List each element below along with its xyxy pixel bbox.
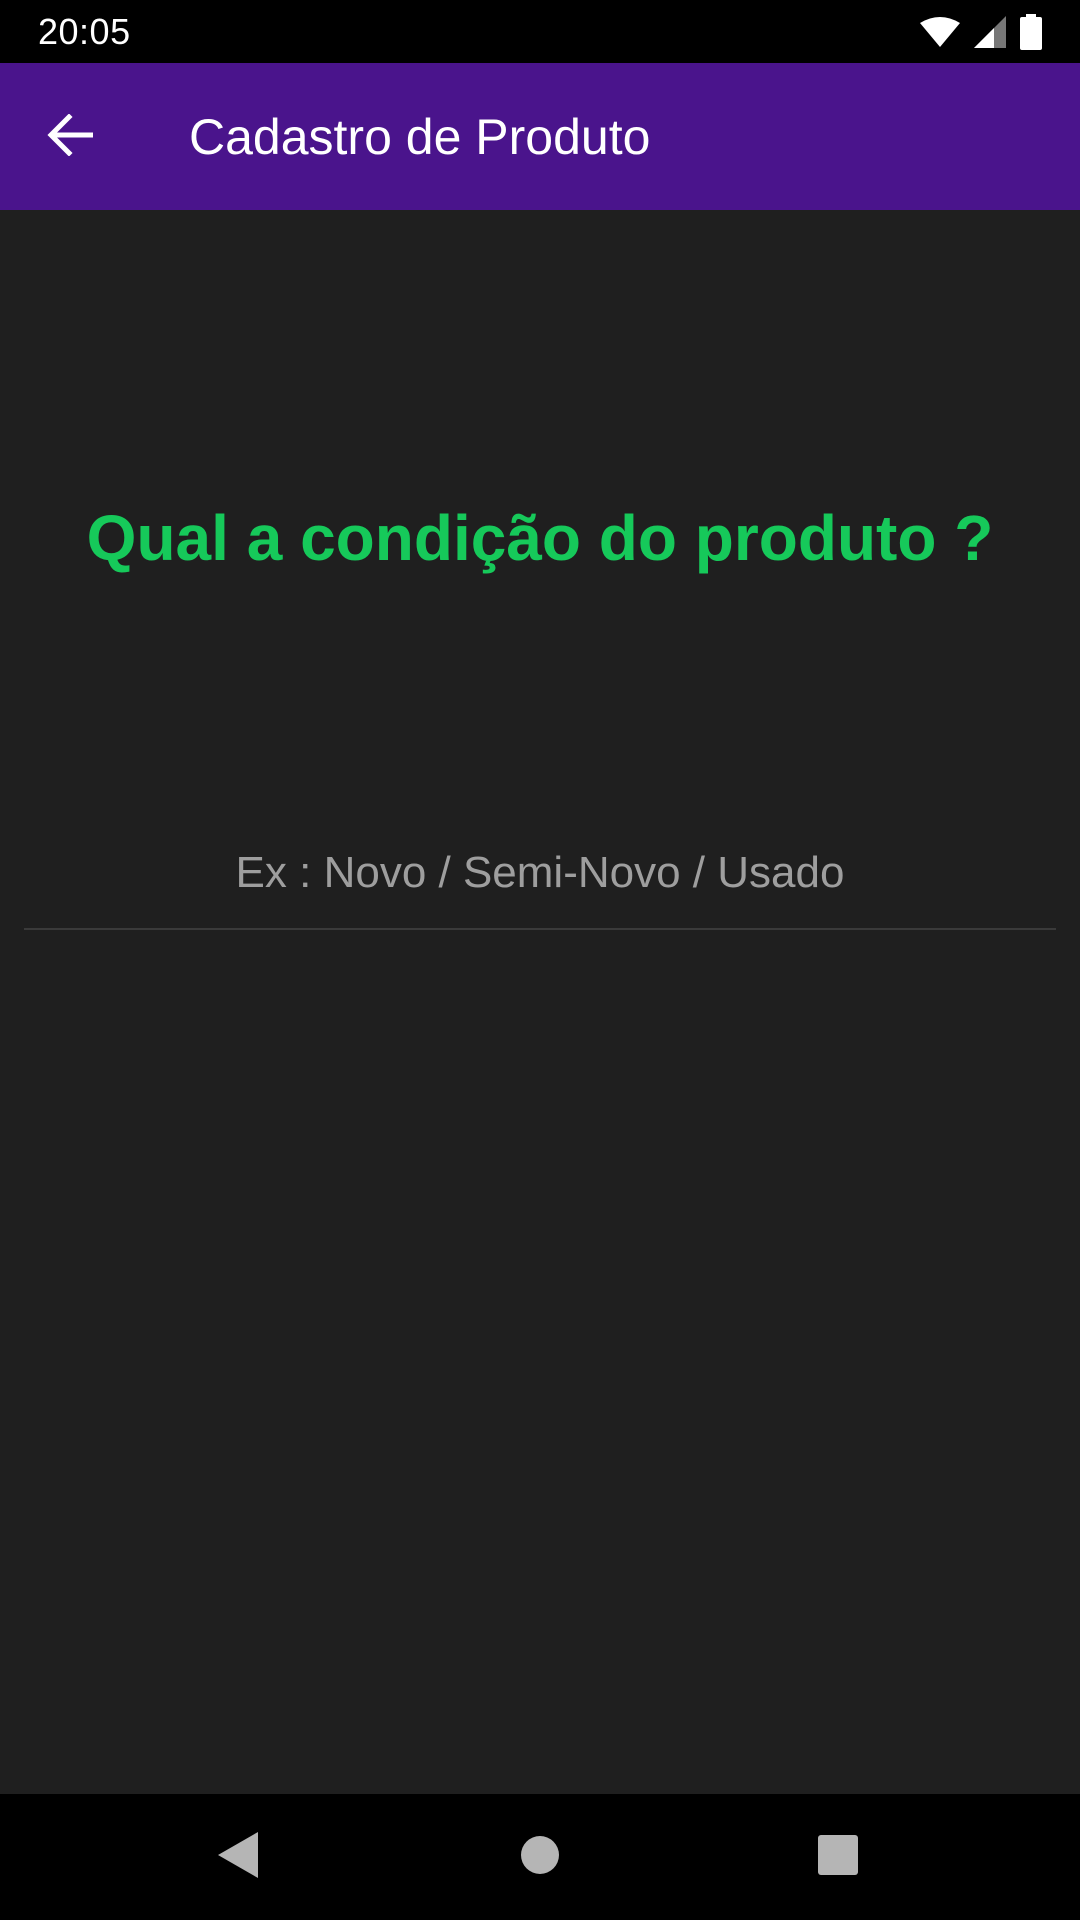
nav-home-button[interactable] (505, 1822, 575, 1892)
app-bar: Cadastro de Produto (0, 63, 1080, 210)
navigation-bar (0, 1794, 1080, 1920)
back-button[interactable] (30, 101, 110, 173)
screen: 20:05 Cadastro de Produto Qual a condiçã… (0, 0, 1080, 1920)
status-icons (920, 14, 1042, 50)
wifi-icon (920, 17, 960, 47)
nav-recents-icon (818, 1834, 858, 1880)
nav-recents-button[interactable] (803, 1822, 873, 1892)
status-bar: 20:05 (0, 0, 1080, 63)
arrow-back-icon (47, 112, 94, 161)
nav-back-button[interactable] (204, 1822, 274, 1892)
page-title: Cadastro de Produto (189, 109, 651, 165)
battery-icon (1020, 14, 1042, 50)
cellular-signal-icon (974, 16, 1006, 48)
condition-question: Qual a condição do produto ? (86, 502, 994, 574)
nav-home-icon (520, 1835, 560, 1880)
nav-back-icon (218, 1831, 260, 1883)
status-time: 20:05 (38, 11, 131, 52)
condition-input[interactable] (24, 830, 1056, 930)
